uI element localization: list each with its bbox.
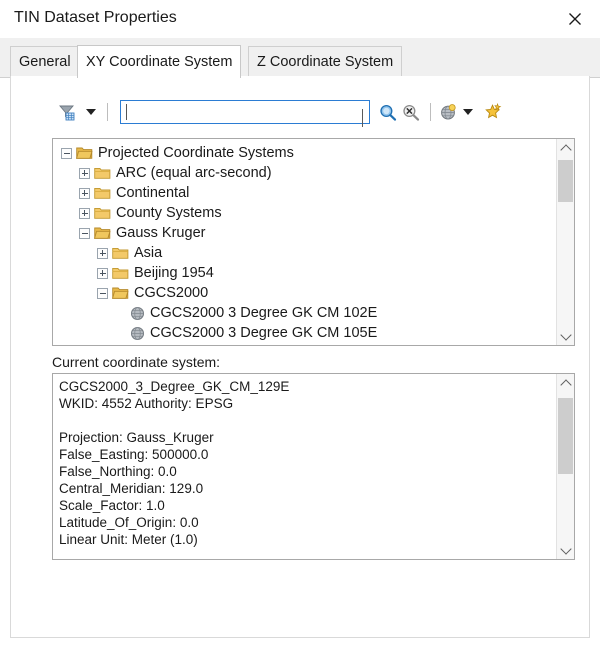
tree-node[interactable]: Beijing 1954 <box>53 263 556 283</box>
tree-node[interactable]: County Systems <box>53 203 556 223</box>
tree-node[interactable]: Asia <box>53 243 556 263</box>
folder-open-icon <box>112 286 134 300</box>
search-clear-icon[interactable] <box>399 101 421 123</box>
folder-open-icon <box>94 226 116 240</box>
tab-strip: General XY Coordinate System Z Coordinat… <box>0 38 600 78</box>
tree-expand-icon[interactable] <box>79 188 90 199</box>
scroll-down-arrow-icon[interactable] <box>557 541 574 559</box>
filter-funnel-icon[interactable] <box>55 100 79 124</box>
tab-general[interactable]: General <box>10 46 80 77</box>
globe-caret-down-icon[interactable] <box>462 106 474 118</box>
current-coordinate-system-textbox[interactable]: CGCS2000_3_Degree_GK_CM_129E WKID: 4552 … <box>52 373 575 560</box>
tab-xy-coordinate-system[interactable]: XY Coordinate System <box>77 45 241 78</box>
tree-collapse-icon[interactable] <box>97 288 108 299</box>
globe-item-icon <box>130 306 150 321</box>
tree-node-label: Beijing 1954 <box>134 266 214 281</box>
window-title: TIN Dataset Properties <box>14 9 177 27</box>
tree-node-label: County Systems <box>116 206 222 221</box>
tree-node-label: CGCS2000 <box>134 286 208 301</box>
current-coordinate-system-label: Current coordinate system: <box>52 354 220 370</box>
window-titlebar: TIN Dataset Properties <box>0 0 600 38</box>
tree-node-label: Asia <box>134 246 162 261</box>
folder-closed-icon <box>94 166 116 180</box>
tree-collapse-icon[interactable] <box>61 148 72 159</box>
globe-item-icon <box>130 326 150 341</box>
filter-caret-down-icon[interactable] <box>85 106 97 118</box>
coordinate-system-tree[interactable]: Projected Coordinate Systems ARC (equal a… <box>52 138 575 346</box>
tin-dataset-properties-dialog: TIN Dataset Properties General XY Coordi… <box>0 0 600 648</box>
folder-closed-icon <box>112 266 134 280</box>
tree-expand-icon[interactable] <box>79 208 90 219</box>
chevron-down-icon[interactable] <box>362 109 363 127</box>
tree-node[interactable]: Gauss Kruger <box>53 223 556 243</box>
tree-scrollbar-thumb[interactable] <box>558 160 573 202</box>
tree-node-label: ARC (equal arc-second) <box>116 166 272 181</box>
current-coordinate-system-text: CGCS2000_3_Degree_GK_CM_129E WKID: 4552 … <box>59 378 554 560</box>
tree-node[interactable]: ARC (equal arc-second) <box>53 163 556 183</box>
star-favorite-icon[interactable] <box>482 101 504 123</box>
folder-closed-icon <box>112 246 134 260</box>
search-input[interactable] <box>120 100 370 124</box>
tree-node[interactable]: Continental <box>53 183 556 203</box>
toolbar-separator-1 <box>107 103 108 121</box>
tree-node-list: Projected Coordinate Systems ARC (equal a… <box>53 143 556 346</box>
details-vertical-scrollbar[interactable] <box>556 374 574 559</box>
tree-node[interactable]: CGCS2000 3 Degree GK CM 102E <box>53 303 556 323</box>
tree-expand-icon[interactable] <box>97 248 108 259</box>
tree-node-label: CGCS2000 3 Degree GK CM 102E <box>150 306 377 321</box>
tree-collapse-icon[interactable] <box>79 228 90 239</box>
tree-vertical-scrollbar[interactable] <box>556 139 574 345</box>
tree-node-label: Continental <box>116 186 189 201</box>
tree-node-label: Gauss Kruger <box>116 226 205 241</box>
scroll-down-arrow-icon[interactable] <box>557 327 574 345</box>
text-cursor <box>126 104 127 120</box>
tree-expand-icon[interactable] <box>79 168 90 179</box>
details-scrollbar-thumb[interactable] <box>558 398 573 474</box>
tree-node-label: CGCS2000 3 Degree GK CM 105E <box>150 326 377 341</box>
close-icon[interactable] <box>558 4 592 34</box>
tab-z-coordinate-system[interactable]: Z Coordinate System <box>248 46 402 77</box>
tree-expand-icon[interactable] <box>97 268 108 279</box>
folder-closed-icon <box>94 206 116 220</box>
folder-closed-icon <box>94 186 116 200</box>
globe-icon[interactable] <box>437 101 459 123</box>
tree-node[interactable]: CGCS2000 <box>53 283 556 303</box>
tree-node[interactable]: CGCS2000 3 Degree GK CM 105E <box>53 323 556 343</box>
tree-node-label: Projected Coordinate Systems <box>98 146 294 161</box>
toolbar-separator-2 <box>430 103 431 121</box>
scroll-up-arrow-icon[interactable] <box>557 374 574 392</box>
scroll-up-arrow-icon[interactable] <box>557 139 574 157</box>
tree-node[interactable]: Projected Coordinate Systems <box>53 143 556 163</box>
search-magnifier-icon[interactable] <box>376 101 398 123</box>
folder-open-icon <box>76 146 98 160</box>
